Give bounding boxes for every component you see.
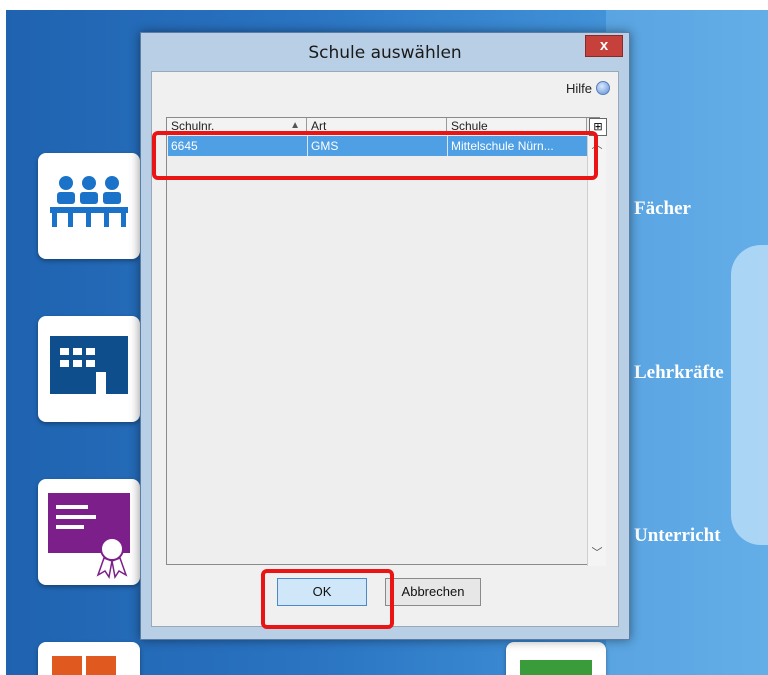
school-grid: Schulnr. ▲ Art Schule ⊞ 6645 GMS Mittels… (166, 117, 607, 566)
cancel-button[interactable]: Abbrechen (385, 578, 481, 606)
school-select-dialog: Schule auswählen x Hilfe Schulnr. ▲ Art … (140, 32, 630, 640)
help-link[interactable]: Hilfe (566, 80, 610, 96)
highlight-row-box (152, 131, 598, 180)
scroll-down-icon[interactable]: ﹀ (588, 544, 606, 562)
highlight-ok-box (261, 569, 394, 629)
classroom-icon (50, 176, 128, 227)
calendar-icon (52, 656, 116, 675)
close-button[interactable]: x (585, 35, 623, 57)
tile-lehrkraefte[interactable] (38, 316, 140, 422)
tile-unterricht[interactable] (38, 479, 140, 585)
document-icon (520, 660, 592, 675)
dialog-title: Schule auswählen (308, 43, 462, 63)
tile-label-faecher[interactable]: Fächer (634, 198, 691, 220)
tile-partial-green[interactable] (506, 642, 606, 675)
tile-partial-orange[interactable] (38, 642, 140, 675)
tile-label-unterricht[interactable]: Unterricht (634, 525, 721, 547)
vertical-scrollbar[interactable]: ︿ ﹀ (587, 136, 606, 566)
tile-faecher[interactable] (38, 153, 140, 259)
help-label[interactable]: Hilfe (566, 81, 592, 96)
certificate-icon (48, 493, 130, 579)
dialog-titlebar[interactable]: Schule auswählen x (141, 33, 629, 71)
tile-label-lehrkraefte[interactable]: Lehrkräfte (634, 362, 724, 384)
background-curve (731, 245, 768, 545)
help-icon[interactable] (596, 81, 610, 95)
building-icon (50, 336, 128, 394)
